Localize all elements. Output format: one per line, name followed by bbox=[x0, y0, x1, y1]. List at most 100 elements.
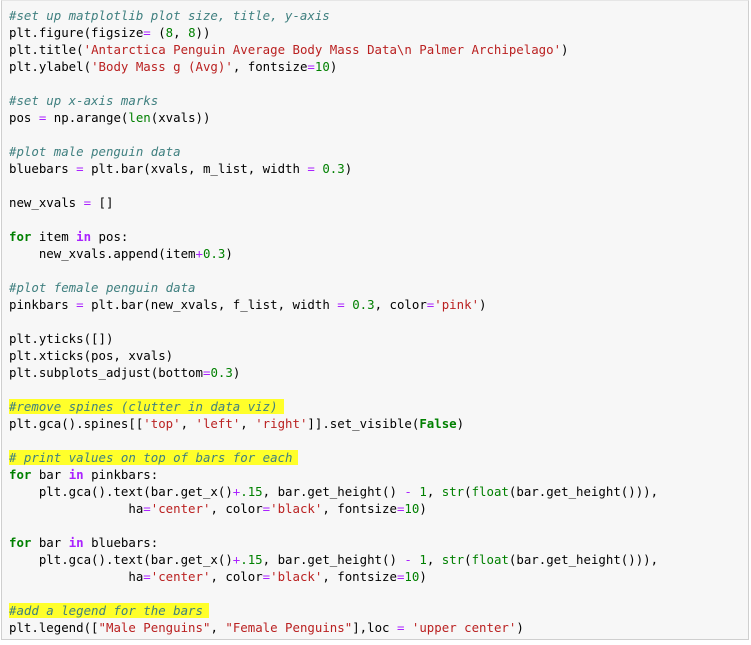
code-editor[interactable]: #set up matplotlib plot size, title, y-a… bbox=[9, 7, 658, 636]
builtin: len bbox=[128, 110, 151, 125]
code-token: ) bbox=[344, 161, 353, 176]
string-literal: 'center' bbox=[150, 501, 211, 516]
operator: - bbox=[404, 484, 412, 499]
code-token: bar bbox=[31, 535, 69, 550]
code-line: for item in pos: bbox=[9, 228, 658, 245]
code-token: , bar.get_height() bbox=[262, 484, 405, 499]
operator-word: in bbox=[68, 467, 84, 482]
code-token: plt.gca().text(bar.get_x() bbox=[9, 484, 233, 499]
code-line: plt.yticks([]) bbox=[9, 330, 658, 347]
comment: #set up matplotlib plot size, title, y-a… bbox=[9, 8, 330, 23]
code-token: pinkbars: bbox=[83, 467, 159, 482]
number-literal: 1 bbox=[419, 484, 427, 499]
number-literal: 0.3 bbox=[202, 246, 226, 261]
number-literal: 10 bbox=[404, 569, 420, 584]
highlighted-comment: # print values on top of bars for each bbox=[9, 450, 299, 465]
code-token: ) bbox=[329, 59, 338, 74]
builtin: str bbox=[441, 484, 465, 499]
code-token: new_xvals bbox=[9, 195, 84, 210]
code-token: ]].set_visible( bbox=[307, 416, 420, 431]
code-line: pinkbars = plt.bar(new_xvals, f_list, wi… bbox=[9, 296, 658, 313]
operator: = bbox=[262, 569, 271, 584]
code-token: ) bbox=[232, 365, 241, 380]
code-token: (bar.get_height())), bbox=[508, 484, 659, 499]
code-token: plt.xticks(pos, xvals) bbox=[9, 348, 174, 363]
code-token: ) bbox=[516, 620, 524, 635]
keyword: False bbox=[419, 416, 457, 431]
code-token: ) bbox=[561, 42, 569, 57]
code-line: #plot male penguin data bbox=[9, 143, 658, 160]
code-token: , bbox=[426, 552, 442, 567]
code-token: bluebars bbox=[9, 161, 77, 176]
code-token: , bbox=[180, 416, 196, 431]
code-line: plt.figure(figsize= (8, 8)) bbox=[9, 24, 658, 41]
code-line: new_xvals = [] bbox=[9, 194, 658, 211]
code-token: ) bbox=[419, 501, 427, 516]
operator-word: in bbox=[76, 229, 92, 244]
operator: = bbox=[76, 161, 84, 176]
code-token: , color bbox=[374, 297, 427, 312]
code-line: bluebars = plt.bar(xvals, m_list, width … bbox=[9, 160, 658, 177]
code-line: pos = np.arange(len(xvals)) bbox=[9, 109, 658, 126]
code-token: plt.bar(new_xvals, f_list, width bbox=[83, 297, 338, 312]
string-literal: 'upper center' bbox=[411, 620, 517, 635]
code-line: ha='center', color='black', fontsize=10) bbox=[9, 568, 658, 585]
number-literal: 8 bbox=[188, 25, 196, 40]
operator: = bbox=[83, 195, 92, 210]
operator: = bbox=[337, 297, 345, 312]
code-token: item bbox=[31, 229, 77, 244]
number-literal: .15 bbox=[240, 552, 263, 567]
code-cell[interactable]: #set up matplotlib plot size, title, y-a… bbox=[1, 0, 749, 640]
string-literal: 'Antarctica Penguin Average Body Mass Da… bbox=[83, 42, 562, 57]
string-literal: "Female Penguins" bbox=[225, 620, 353, 635]
code-token: [] bbox=[91, 195, 114, 210]
number-literal: 0.3 bbox=[210, 365, 233, 380]
string-literal: 'top' bbox=[143, 416, 181, 431]
string-literal: 'center' bbox=[150, 569, 211, 584]
operator: = bbox=[143, 25, 151, 40]
keyword: for bbox=[9, 229, 32, 244]
code-token: ) bbox=[456, 416, 465, 431]
string-literal: "Male Penguins" bbox=[98, 620, 211, 635]
code-token: plt.gca().text(bar.get_x() bbox=[9, 552, 233, 567]
code-line: plt.gca().text(bar.get_x()+.15, bar.get_… bbox=[9, 551, 658, 568]
code-token: ) bbox=[479, 297, 487, 312]
code-token: plt.ylabel( bbox=[9, 59, 92, 74]
code-token: pinkbars bbox=[9, 297, 77, 312]
code-line: plt.subplots_adjust(bottom=0.3) bbox=[9, 364, 658, 381]
code-line: for bar in pinkbars: bbox=[9, 466, 658, 483]
highlighted-comment: #add a legend for the bars bbox=[9, 603, 209, 618]
code-token: plt.figure(figsize bbox=[9, 25, 144, 40]
comment: #set up x-axis marks bbox=[9, 93, 159, 108]
string-literal: 'left' bbox=[195, 416, 241, 431]
code-line: plt.gca().spines[['top', 'left', 'right'… bbox=[9, 415, 658, 432]
operator: = bbox=[262, 501, 271, 516]
code-token: ) bbox=[419, 569, 427, 584]
string-literal: 'black' bbox=[270, 501, 323, 516]
code-token: plt.gca().spines[[ bbox=[9, 416, 144, 431]
code-token: pos bbox=[9, 110, 39, 125]
code-token: pos: bbox=[91, 229, 129, 244]
code-token: bluebars: bbox=[83, 535, 159, 550]
operator: = bbox=[143, 569, 151, 584]
code-line: plt.legend(["Male Penguins", "Female Pen… bbox=[9, 619, 658, 636]
code-line: plt.xticks(pos, xvals) bbox=[9, 347, 658, 364]
string-literal: 'Body Mass g (Avg)' bbox=[91, 59, 233, 74]
highlighted-comment: #remove spines (clutter in data viz) bbox=[9, 399, 284, 414]
code-line: ha='center', color='black', fontsize=10) bbox=[9, 500, 658, 517]
string-literal: 'pink' bbox=[434, 297, 480, 312]
code-token: , color bbox=[210, 501, 263, 516]
code-line: plt.ylabel('Body Mass g (Avg)', fontsize… bbox=[9, 58, 658, 75]
number-literal: 0.3 bbox=[352, 297, 375, 312]
code-token: plt.title( bbox=[9, 42, 84, 57]
number-literal: 0.3 bbox=[322, 161, 345, 176]
code-token: ( bbox=[464, 484, 472, 499]
code-token: plt.legend([ bbox=[9, 620, 99, 635]
keyword: for bbox=[9, 467, 32, 482]
code-line: #plot female penguin data bbox=[9, 279, 658, 296]
